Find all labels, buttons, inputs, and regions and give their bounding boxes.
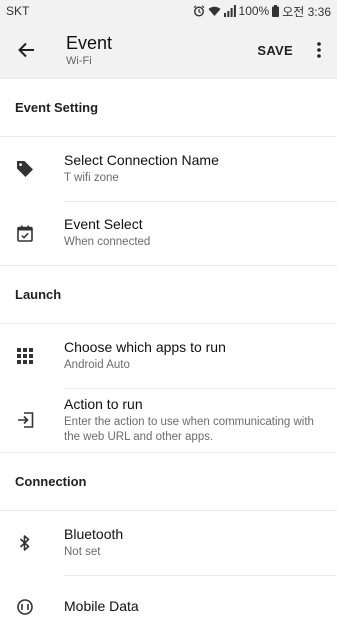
mobile-data-icon <box>17 599 33 615</box>
more-options-button[interactable] <box>305 22 333 78</box>
alarm-icon <box>193 5 205 17</box>
item-subtitle: Not set <box>64 545 101 558</box>
back-button[interactable] <box>0 22 52 78</box>
item-title: Bluetooth <box>64 525 124 542</box>
list-item-action-to-run[interactable]: Action to run Enter the action to use wh… <box>0 388 337 452</box>
list-item-event-select[interactable]: Event Select When connected <box>0 201 337 265</box>
wifi-icon <box>208 5 221 17</box>
save-button[interactable]: SAVE <box>245 43 305 58</box>
input-arrow-icon <box>17 412 33 428</box>
item-title: Choose which apps to run <box>64 338 226 355</box>
title-block: Event Wi-Fi <box>52 33 245 67</box>
item-subtitle: When connected <box>64 236 151 248</box>
signal-icon <box>223 5 236 17</box>
tag-icon <box>17 161 33 177</box>
list-item-bluetooth[interactable]: Bluetooth Not set <box>0 511 337 576</box>
list-item-choose-apps[interactable]: Choose which apps to run Android Auto <box>0 324 337 389</box>
section-header-event-setting: Event Setting <box>0 79 337 137</box>
page-subtitle: Wi-Fi <box>66 55 92 67</box>
apps-grid-icon <box>17 348 33 364</box>
battery-icon <box>272 5 280 17</box>
list-item-mobile-data[interactable]: Mobile Data <box>0 575 337 639</box>
item-title: Action to run <box>64 395 143 412</box>
item-subtitle: Android Auto <box>64 358 130 371</box>
app-bar: Event Wi-Fi SAVE <box>0 22 337 79</box>
section-header-launch: Launch <box>0 266 337 324</box>
arrow-back-icon <box>18 42 34 58</box>
page-title: Event <box>66 33 113 53</box>
item-subtitle: Enter the action to use when communicati… <box>64 415 314 443</box>
bluetooth-icon <box>19 535 30 551</box>
item-subtitle: T wifi zone <box>64 171 119 184</box>
item-title: Event Select <box>64 216 143 232</box>
carrier-label: SKT <box>6 4 30 18</box>
clock: 오전 3:36 <box>282 4 331 19</box>
calendar-check-icon <box>17 225 33 242</box>
status-bar: SKT 100% 오전 3:36 <box>0 0 337 22</box>
battery-percent: 100% <box>238 4 270 18</box>
list-item-select-connection-name[interactable]: Select Connection Name T wifi zone <box>0 137 337 202</box>
item-title: Select Connection Name <box>64 151 219 168</box>
more-vert-icon <box>317 42 321 58</box>
section-header-connection: Connection <box>0 453 337 511</box>
